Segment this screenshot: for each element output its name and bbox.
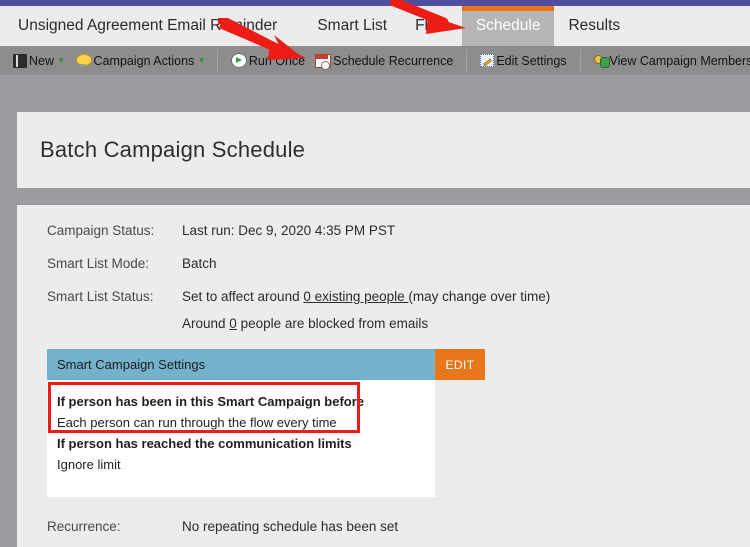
lightbulb-icon — [75, 53, 92, 67]
recurrence-label: Recurrence: — [47, 519, 121, 535]
smart-campaign-settings-card: Smart Campaign Settings EDIT If person h… — [47, 349, 485, 498]
edit-settings-label: Edit Settings — [496, 53, 567, 68]
toolbar-group-create: New ▾ Campaign Actions ▾ — [0, 46, 217, 75]
smart-campaign-settings-title: Smart Campaign Settings — [47, 349, 435, 380]
tab-results[interactable]: Results — [554, 6, 634, 46]
smart-list-status-label: Smart List Status: — [47, 289, 154, 304]
campaign-status-value: Last run: Dec 9, 2020 4:35 PM PST — [182, 223, 396, 238]
edit-settings-button[interactable]: Edit Settings — [475, 50, 571, 72]
blocked-prefix: Around — [182, 316, 230, 331]
view-campaign-members-label: View Campaign Members — [609, 53, 750, 68]
calendar-clock-icon — [315, 53, 332, 70]
campaign-actions-label: Campaign Actions — [93, 53, 195, 68]
tab-flow-label: Flow — [415, 17, 448, 34]
document-icon — [13, 53, 27, 68]
smart-list-mode-row: Smart List Mode: Batch — [17, 256, 750, 271]
smart-list-status-row: Smart List Status: Set to affect around … — [17, 289, 750, 304]
smart-list-status-suffix: (may change over time) — [408, 289, 551, 304]
new-button-label: New — [29, 53, 55, 68]
pencil-icon — [480, 54, 495, 67]
schedule-recurrence-label: Schedule Recurrence — [333, 53, 454, 68]
setting-title-2: If person has reached the communication … — [57, 436, 352, 452]
setting-value-2: Ignore limit — [57, 457, 121, 473]
blocked-people-value: Around 0 people are blocked from emails — [182, 316, 428, 331]
tab-results-label: Results — [568, 17, 621, 34]
toolbar-group-settings: Edit Settings — [467, 46, 579, 75]
smart-campaign-settings-body: If person has been in this Smart Campaig… — [47, 380, 435, 498]
blocked-count-link[interactable]: 0 — [229, 316, 237, 331]
setting-value-1: Each person can run through the flow eve… — [57, 415, 337, 431]
recurrence-row: Recurrence: No repeating schedule has be… — [17, 519, 750, 534]
new-button[interactable]: New ▾ — [8, 50, 69, 72]
people-icon — [593, 54, 610, 68]
recurrence-value: No repeating schedule has been set — [182, 519, 399, 535]
page-title: Batch Campaign Schedule — [40, 137, 306, 162]
tab-smart-list[interactable]: Smart List — [303, 6, 401, 46]
smart-list-status-value: Set to affect around 0 existing people (… — [182, 289, 550, 304]
tab-schedule[interactable]: Schedule — [461, 6, 555, 46]
run-once-button[interactable]: Run Once — [226, 50, 310, 72]
toolbar-group-run: Run Once Schedule Recurrence — [218, 46, 467, 75]
tab-schedule-label: Schedule — [475, 17, 541, 34]
page-title-panel: Batch Campaign Schedule — [17, 112, 750, 188]
play-circle-icon — [230, 53, 247, 68]
campaign-name-tab[interactable]: Unsigned Agreement Email Reminder — [10, 6, 303, 46]
page-body: Batch Campaign Schedule Campaign Status:… — [0, 75, 750, 547]
campaign-actions-button[interactable]: Campaign Actions ▾ — [69, 50, 209, 72]
schedule-recurrence-button[interactable]: Schedule Recurrence — [310, 50, 458, 72]
blocked-people-row: Around 0 people are blocked from emails — [17, 316, 750, 331]
existing-people-link[interactable]: 0 existing people — [303, 289, 408, 304]
blocked-suffix: people are blocked from emails — [236, 316, 429, 331]
campaign-status-label: Campaign Status: — [47, 223, 155, 238]
smart-list-status-prefix: Set to affect around — [182, 289, 304, 304]
view-campaign-members-button[interactable]: View Campaign Members — [589, 50, 750, 72]
chevron-down-icon[interactable]: ▾ — [59, 56, 64, 65]
application-window: Unsigned Agreement Email Reminder Smart … — [0, 0, 750, 547]
smart-list-mode-value: Batch — [182, 256, 217, 271]
smart-campaign-settings-header: Smart Campaign Settings EDIT — [47, 349, 485, 380]
tab-flow[interactable]: Flow — [401, 6, 462, 46]
campaign-status-row: Campaign Status: Last run: Dec 9, 2020 4… — [17, 223, 750, 238]
smart-list-mode-label: Smart List Mode: — [47, 256, 150, 271]
setting-title-1: If person has been in this Smart Campaig… — [57, 394, 365, 409]
chevron-down-icon[interactable]: ▾ — [199, 56, 204, 65]
edit-button[interactable]: EDIT — [435, 349, 485, 380]
campaign-name-tab-label: Unsigned Agreement Email Reminder — [18, 17, 278, 34]
tab-smart-list-label: Smart List — [317, 17, 388, 34]
schedule-detail-panel: Campaign Status: Last run: Dec 9, 2020 4… — [17, 205, 750, 547]
toolbar: New ▾ Campaign Actions ▾ Run Once Schedu… — [0, 46, 750, 75]
tab-bar: Unsigned Agreement Email Reminder Smart … — [0, 6, 750, 46]
run-once-label: Run Once — [248, 53, 306, 68]
toolbar-group-members: View Campaign Members — [581, 46, 750, 75]
